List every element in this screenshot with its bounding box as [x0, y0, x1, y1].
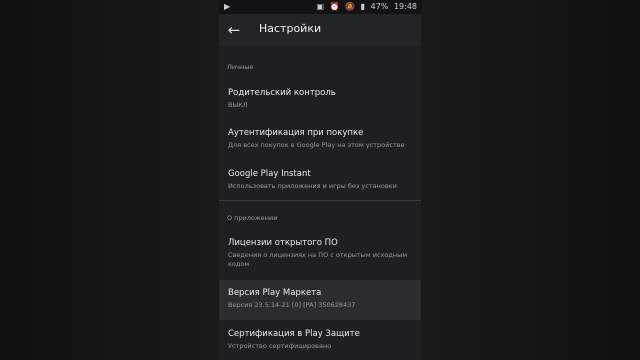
battery-percent: 47% — [370, 2, 389, 11]
setting-title: Аутентификация при покупке — [228, 128, 364, 138]
setting-open-source-licenses[interactable]: Лицензии открытого ПО Сведения о лицензи… — [219, 234, 421, 274]
app-bar: ← Настройки — [219, 14, 421, 46]
status-icons: ▣ ⏰ 🔕 ▮ 47% 19:48 — [314, 2, 417, 11]
notification-icon: ▣ — [316, 2, 325, 11]
divider — [219, 200, 421, 201]
setting-subtitle: Версия 23.5.14-21 [0] [PA] 350628437 — [228, 301, 356, 309]
setting-play-store-version[interactable]: Версия Play Маркета Версия 23.5.14-21 [0… — [219, 280, 421, 320]
page-title: Настройки — [259, 22, 322, 35]
clock: 19:48 — [393, 2, 417, 11]
alarm-icon: ⏰ — [329, 2, 340, 11]
status-bar: ▶ ▣ ⏰ 🔕 ▮ 47% 19:48 — [219, 0, 421, 14]
mute-icon: 🔕 — [345, 2, 356, 11]
setting-purchase-auth[interactable]: Аутентификация при покупке Для всех поку… — [219, 124, 421, 156]
setting-parental-control[interactable]: Родительский контроль ВЫКЛ — [219, 84, 421, 116]
video-blur-left — [0, 0, 219, 360]
setting-subtitle: Для всех покупок в Google Play на этом у… — [228, 141, 405, 149]
setting-title: Google Play Instant — [228, 169, 311, 179]
setting-title: Лицензии открытого ПО — [228, 238, 338, 248]
setting-title: Сертификация в Play Защите — [228, 329, 360, 339]
back-arrow-icon[interactable]: ← — [225, 21, 243, 39]
section-header-personal: Личные — [227, 63, 254, 71]
video-blur-right — [421, 0, 640, 360]
signal-icon: ▮ — [360, 2, 366, 11]
phone-screen: ▶ ▣ ⏰ 🔕 ▮ 47% 19:48 ← Настройки Личные Р… — [219, 0, 421, 360]
setting-subtitle: Использовать приложения и игры без устан… — [228, 182, 397, 190]
setting-play-protect-certification[interactable]: Сертификация в Play Защите Устройство се… — [219, 324, 421, 358]
settings-list: Личные Родительский контроль ВЫКЛ Аутент… — [219, 46, 421, 360]
video-icon: ▶ — [224, 2, 231, 11]
setting-subtitle: Сведения о лицензиях на ПО с открытым ис… — [228, 251, 408, 268]
section-header-about: О приложении — [227, 214, 278, 222]
setting-title: Родительский контроль — [228, 88, 336, 98]
setting-title: Версия Play Маркета — [228, 288, 322, 298]
setting-subtitle: Устройство сертифицировано — [228, 342, 332, 350]
setting-google-play-instant[interactable]: Google Play Instant Использовать приложе… — [219, 164, 421, 196]
setting-subtitle: ВЫКЛ — [228, 101, 248, 109]
